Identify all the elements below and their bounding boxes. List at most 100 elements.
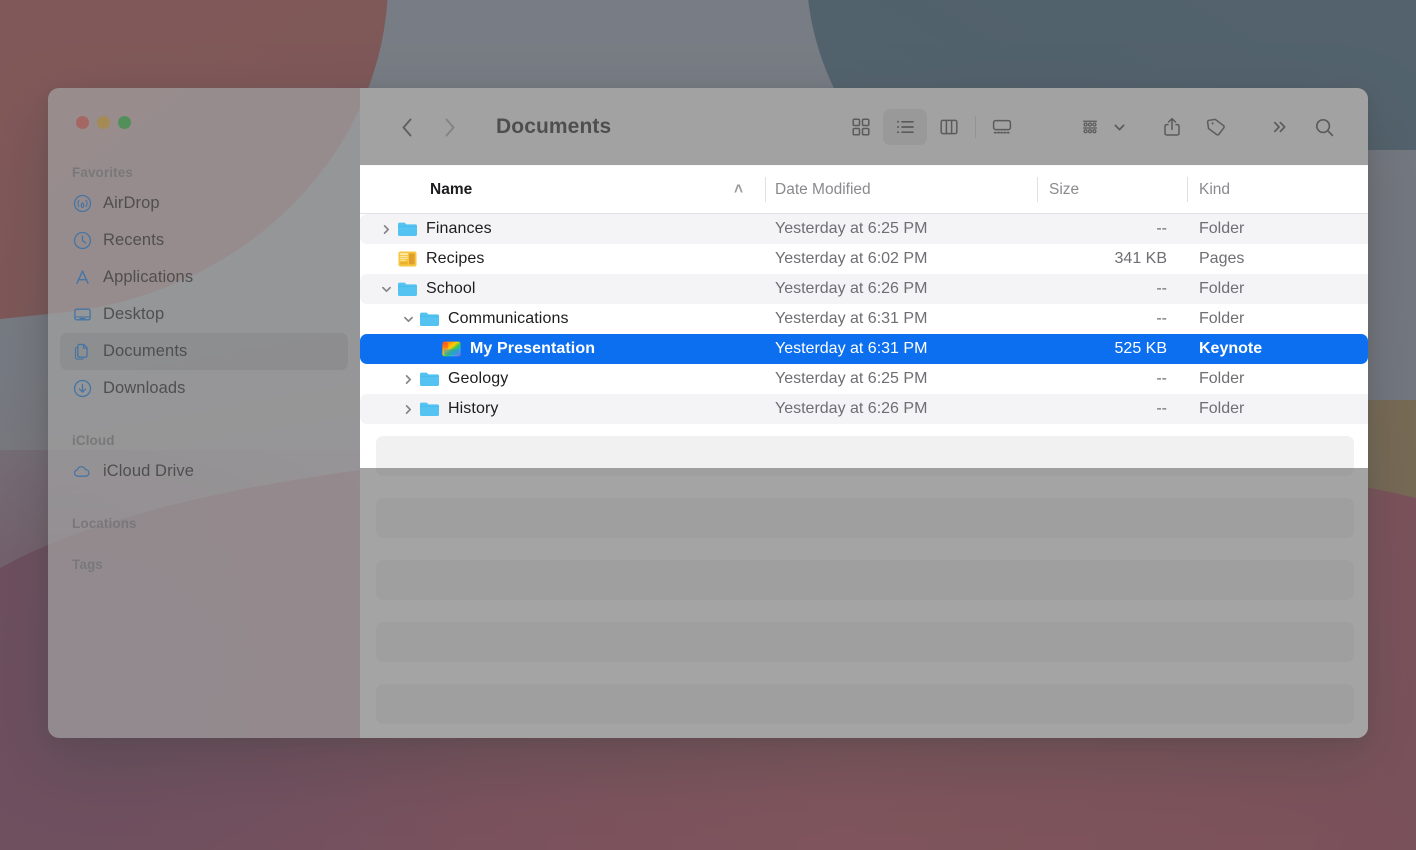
sidebar-item-downloads[interactable]: Downloads [60,370,348,407]
sort-ascending-icon: ˄ [733,180,743,198]
column-header-name[interactable]: Name ˄ [360,166,765,213]
documents-icon [72,342,92,362]
file-name: My Presentation [470,340,596,357]
search-icon[interactable] [1302,109,1346,145]
file-size: -- [1156,310,1167,327]
sidebar-item-label: Desktop [103,305,165,323]
sidebar-item-recents[interactable]: Recents [60,222,348,259]
file-date-modified: Yesterday at 6:31 PM [775,310,928,327]
disclosure-triangle-collapsed-icon[interactable] [398,404,418,415]
sidebar-item-airdrop[interactable]: AirDrop [60,185,348,222]
file-name: Recipes [426,250,485,267]
file-date-modified: Yesterday at 6:25 PM [775,370,928,387]
file-date-modified: Yesterday at 6:02 PM [775,250,928,267]
forward-button[interactable] [428,107,470,147]
sidebar-item-label: Downloads [103,379,186,397]
cloud-icon [72,462,92,482]
sidebar-group-locations-title: Locations [72,516,137,531]
pages-icon [396,248,418,270]
sidebar-group-icloud-title: iCloud [72,433,115,448]
more-button[interactable] [1258,109,1302,145]
table-row[interactable]: Finances Yesterday at 6:25 PM -- Folder [360,214,1368,244]
disclosure-triangle-collapsed-icon[interactable] [398,374,418,385]
share-button[interactable] [1150,109,1194,145]
file-kind: Folder [1199,220,1245,237]
file-kind: Keynote [1199,340,1263,357]
table-row-selected[interactable]: My Presentation Yesterday at 6:31 PM 525… [360,334,1368,364]
file-name: Finances [426,220,492,237]
file-size: 341 KB [1114,250,1167,267]
column-header-date-modified[interactable]: Date Modified [765,166,1037,213]
column-divider [1037,177,1038,202]
placeholder-row [376,560,1354,600]
sidebar-item-label: iCloud Drive [103,462,195,480]
file-list-header: Name ˄ Date Modified Size Kind [360,166,1368,214]
sidebar-group-favorites-title: Favorites [72,165,133,180]
sidebar-item-icloud-drive[interactable]: iCloud Drive [60,453,348,490]
maximize-button[interactable] [118,116,131,129]
page-title: Documents [496,115,612,138]
table-row[interactable]: Communications Yesterday at 6:31 PM -- F… [360,304,1368,334]
folder-icon [396,278,418,300]
view-switcher [839,109,1024,145]
file-size: -- [1156,400,1167,417]
file-list: Finances Yesterday at 6:25 PM -- Folder [360,214,1368,424]
sidebar-item-label: AirDrop [103,194,160,212]
file-date-modified: Yesterday at 6:26 PM [775,400,928,417]
sidebar-item-label: Applications [103,268,194,286]
file-size: -- [1156,220,1167,237]
airdrop-icon [72,194,92,214]
disclosure-triangle-expanded-icon[interactable] [376,284,396,295]
toolbar-divider [975,116,976,138]
table-row[interactable]: History Yesterday at 6:26 PM -- Folder [360,394,1368,424]
tags-button[interactable] [1194,109,1238,145]
table-row[interactable]: School Yesterday at 6:26 PM -- Folder [360,274,1368,304]
keynote-icon [440,338,462,360]
gallery-view-button[interactable] [980,109,1024,145]
desktop-icon [72,305,92,325]
sidebar-item-applications[interactable]: Applications [60,259,348,296]
placeholder-row [376,622,1354,662]
column-header-size[interactable]: Size [1037,166,1187,213]
file-name: Geology [448,370,509,387]
sidebar-group-tags-title: Tags [72,557,103,572]
group-by-button[interactable] [1068,109,1112,145]
icon-view-button[interactable] [839,109,883,145]
file-name: School [426,280,476,297]
file-date-modified: Yesterday at 6:31 PM [775,340,928,357]
list-view-button[interactable] [883,109,927,145]
sidebar-item-documents[interactable]: Documents [60,333,348,370]
finder-main-pane: Documents Name ˄ Date Modified Size Kind… [360,88,1368,738]
sidebar-item-desktop[interactable]: Desktop [60,296,348,333]
back-button[interactable] [386,107,428,147]
chevron-down-icon[interactable] [1108,121,1130,134]
disclosure-triangle-expanded-icon[interactable] [398,314,418,325]
table-row[interactable]: Geology Yesterday at 6:25 PM -- Folder [360,364,1368,394]
file-size: -- [1156,370,1167,387]
folder-icon [396,218,418,240]
window-controls [48,102,360,129]
placeholder-row [376,436,1354,476]
file-list-empty-area [360,424,1368,738]
file-date-modified: Yesterday at 6:25 PM [775,220,928,237]
table-row[interactable]: Recipes Yesterday at 6:02 PM 341 KB Page… [360,244,1368,274]
file-kind: Pages [1199,250,1245,267]
column-divider [765,177,766,202]
file-name: History [448,400,499,417]
minimize-button[interactable] [97,116,110,129]
downloads-icon [72,379,92,399]
column-divider [1187,177,1188,202]
column-header-kind[interactable]: Kind [1187,166,1368,213]
file-kind: Folder [1199,370,1245,387]
placeholder-row [376,498,1354,538]
file-date-modified: Yesterday at 6:26 PM [775,280,928,297]
applications-icon [72,268,92,288]
file-name: Communications [448,310,569,327]
finder-window: Favorites AirDrop Recents Applications D… [48,88,1368,738]
close-button[interactable] [76,116,89,129]
finder-sidebar: Favorites AirDrop Recents Applications D… [48,88,360,738]
disclosure-triangle-collapsed-icon[interactable] [376,224,396,235]
folder-icon [418,398,440,420]
clock-icon [72,231,92,251]
column-view-button[interactable] [927,109,971,145]
